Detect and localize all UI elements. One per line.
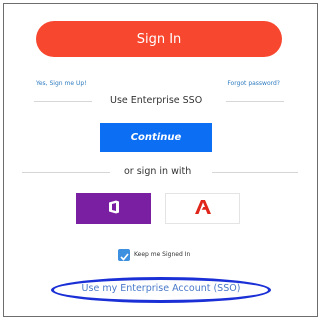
sign-up-link[interactable]: Yes, Sign me Up!	[36, 80, 87, 87]
social-divider-label: or sign in with	[124, 166, 192, 177]
sign-in-button[interactable]: Sign In	[36, 21, 282, 57]
divider-line-left	[22, 172, 110, 173]
office-sign-in-button[interactable]	[76, 193, 151, 224]
continue-button[interactable]: Continue	[100, 123, 212, 152]
office-icon	[108, 199, 120, 218]
adobe-sign-in-button[interactable]	[165, 193, 240, 224]
forgot-password-link[interactable]: Forgot password?	[227, 80, 280, 87]
keep-signed-in-label: Keep me Signed In	[134, 251, 191, 258]
keep-signed-in-checkbox[interactable]	[118, 249, 130, 261]
divider-line-left	[34, 101, 92, 102]
enterprise-account-link[interactable]: Use my Enterprise Account (SSO)	[51, 283, 271, 294]
adobe-icon	[194, 199, 211, 218]
sso-divider-label: Use Enterprise SSO	[110, 95, 203, 106]
divider-line-right	[226, 101, 284, 102]
divider-line-right	[212, 172, 298, 173]
checkmark-icon	[119, 246, 129, 265]
